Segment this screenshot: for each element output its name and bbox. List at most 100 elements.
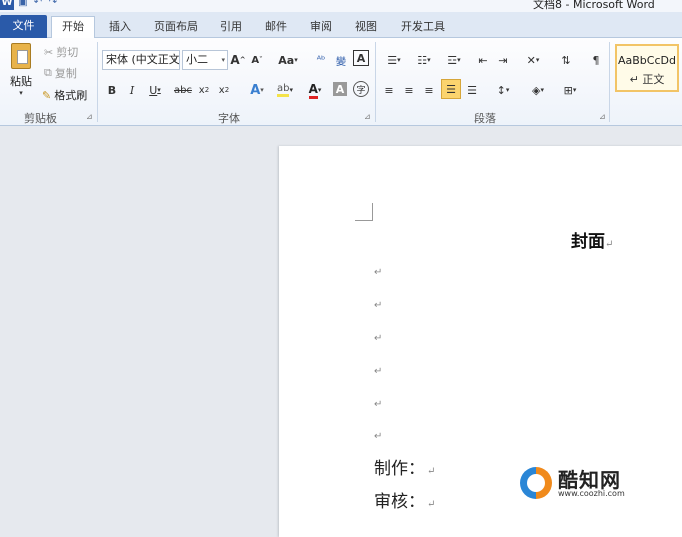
- paragraph-launcher-icon[interactable]: ⊿: [599, 112, 606, 121]
- paragraph-mark[interactable]: ↵: [374, 366, 382, 377]
- cut-button[interactable]: ✂ 剪切: [44, 44, 78, 60]
- group-separator: [375, 42, 376, 122]
- shading-button[interactable]: ◈ ▾: [525, 80, 551, 100]
- chinese-layout-button[interactable]: ✕ ▾: [521, 50, 545, 70]
- cover-title-text: 封面: [571, 232, 605, 252]
- paste-label: 粘贴: [10, 75, 32, 88]
- line-spacing-button[interactable]: ↕ ▾: [490, 80, 516, 100]
- font-launcher-icon[interactable]: ⊿: [364, 112, 371, 121]
- paragraph-mark: ↵: [427, 466, 436, 477]
- paragraph-mark[interactable]: ↵: [374, 399, 382, 410]
- underline-button[interactable]: U ▾: [144, 80, 166, 100]
- chevron-down-icon: ▾: [221, 56, 225, 64]
- paragraph-mark[interactable]: ↵: [374, 267, 382, 278]
- tab-mailings[interactable]: 邮件: [260, 17, 292, 38]
- chevron-down-icon: ▾: [173, 56, 177, 64]
- distributed-button[interactable]: ☰: [464, 80, 480, 100]
- maker-line[interactable]: 制作： ↵: [374, 454, 435, 479]
- clipboard-launcher-icon[interactable]: ⊿: [86, 112, 93, 121]
- bold-button[interactable]: B: [104, 80, 120, 100]
- undo-icon[interactable]: ↶: [32, 0, 44, 9]
- font-size-select[interactable]: 小二 ▾: [182, 50, 228, 70]
- chinese-layout-icon: ✕: [526, 53, 536, 67]
- bullets-button[interactable]: ☰ ▾: [381, 50, 407, 70]
- clear-format-icon[interactable]: ᴬᵇ: [312, 50, 330, 70]
- tab-developer[interactable]: 开发工具: [396, 17, 450, 38]
- redo-icon[interactable]: ↷: [47, 0, 59, 9]
- save-icon[interactable]: ▣: [17, 0, 29, 9]
- tab-home[interactable]: 开始: [51, 16, 95, 39]
- italic-button[interactable]: I: [124, 80, 140, 100]
- change-case-button[interactable]: Aa ▾: [276, 50, 300, 70]
- font-color-button[interactable]: A ▾: [302, 80, 328, 100]
- font-size-value: 小二: [186, 53, 208, 66]
- decrease-indent-button[interactable]: ⇤: [475, 50, 491, 70]
- watermark: 酷知网 www.coozhi.com: [515, 463, 665, 503]
- show-marks-button[interactable]: ¶: [588, 50, 604, 70]
- sort-icon: ⇅: [561, 53, 571, 67]
- multilevel-list-icon: ☲: [447, 53, 458, 67]
- char-border-icon[interactable]: A: [353, 50, 369, 66]
- cut-label: 剪切: [56, 46, 79, 59]
- chevron-down-icon: ▾: [294, 56, 298, 64]
- font-name-select[interactable]: 宋体 (中文正文 ▾: [102, 50, 180, 70]
- numbering-icon: ☷: [417, 53, 428, 67]
- format-painter-button[interactable]: ✎ 格式刷: [42, 87, 87, 103]
- paragraph-mark[interactable]: ↵: [374, 300, 382, 311]
- reviewer-line[interactable]: 审核： ↵: [374, 487, 435, 512]
- increase-indent-icon: ⇥: [498, 53, 508, 67]
- pilcrow-icon: ¶: [592, 53, 600, 67]
- cover-title[interactable]: 封面↵: [571, 227, 613, 252]
- copy-label: 复制: [54, 67, 77, 80]
- strikethrough-button[interactable]: abc: [172, 80, 194, 100]
- style-normal[interactable]: AaBbCcDd ↵ 正文: [615, 44, 679, 92]
- char-shading-icon[interactable]: A: [333, 82, 347, 96]
- align-center-icon: ≡: [404, 83, 414, 97]
- format-painter-label: 格式刷: [54, 89, 88, 102]
- phonetic-guide-icon[interactable]: 變: [332, 50, 350, 70]
- align-center-button[interactable]: ≡: [401, 80, 417, 100]
- line-spacing-icon: ↕: [496, 83, 506, 97]
- paragraph-group-label: 段落: [474, 112, 496, 125]
- multilevel-list-button[interactable]: ☲ ▾: [441, 50, 467, 70]
- word-app-icon[interactable]: W: [0, 0, 14, 10]
- text-effects-button[interactable]: A ▾: [244, 80, 270, 100]
- superscript-button[interactable]: x2: [216, 80, 232, 100]
- tab-file[interactable]: 文件: [0, 15, 47, 38]
- clipboard-group-label: 剪贴板: [24, 112, 57, 125]
- title-bar: W ▣ ↶ ↷ 文档8 - Microsoft Word: [0, 0, 682, 12]
- borders-button[interactable]: ⊞ ▾: [557, 80, 583, 100]
- watermark-url: www.coozhi.com: [558, 489, 625, 498]
- subscript-button[interactable]: x2: [196, 80, 212, 100]
- clipboard-icon: [11, 43, 31, 69]
- window-title: 文档8 - Microsoft Word: [533, 0, 655, 11]
- paste-button[interactable]: 粘贴 ▾: [4, 40, 38, 100]
- highlight-button[interactable]: ab ▾: [272, 80, 298, 100]
- group-separator: [97, 42, 98, 122]
- tab-view[interactable]: 视图: [350, 17, 382, 38]
- ribbon-tabs: 文件 开始 插入 页面布局 引用 邮件 审阅 视图 开发工具: [0, 12, 682, 39]
- bullets-icon: ☰: [387, 53, 398, 67]
- tab-review[interactable]: 审阅: [305, 17, 337, 38]
- font-group-label: 字体: [218, 112, 240, 125]
- reviewer-label: 审核：: [374, 492, 425, 512]
- enclose-char-icon[interactable]: 字: [353, 81, 369, 97]
- tab-insert[interactable]: 插入: [104, 17, 136, 38]
- numbering-button[interactable]: ☷ ▾: [411, 50, 437, 70]
- grow-font-button[interactable]: A ^: [230, 50, 245, 70]
- paragraph-mark[interactable]: ↵: [374, 333, 382, 344]
- paragraph-mark: ↵: [427, 499, 436, 510]
- increase-indent-button[interactable]: ⇥: [495, 50, 511, 70]
- group-separator: [609, 42, 610, 122]
- tab-references[interactable]: 引用: [215, 17, 247, 38]
- justify-icon: ☰: [446, 82, 456, 96]
- shrink-font-button[interactable]: Aˇ: [250, 50, 264, 70]
- tab-page-layout[interactable]: 页面布局: [150, 17, 202, 38]
- paragraph-mark[interactable]: ↵: [374, 431, 382, 442]
- copy-button[interactable]: ⧉ 复制: [44, 65, 77, 81]
- align-left-button[interactable]: ≡: [381, 80, 397, 100]
- align-right-button[interactable]: ≡: [421, 80, 437, 100]
- sort-button[interactable]: ⇅: [557, 50, 575, 70]
- borders-icon: ⊞: [563, 83, 573, 97]
- justify-button[interactable]: ☰: [441, 79, 461, 99]
